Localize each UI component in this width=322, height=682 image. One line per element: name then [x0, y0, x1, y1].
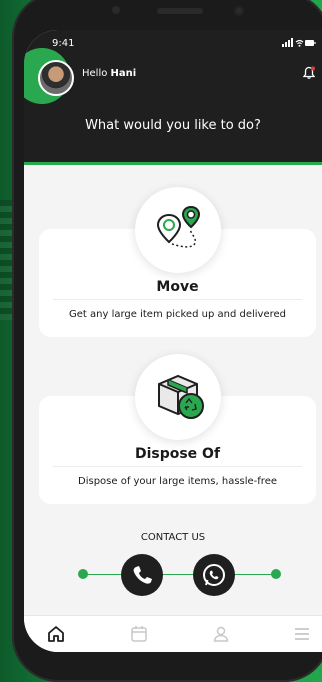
call-button[interactable]: [121, 554, 163, 596]
menu-icon[interactable]: [292, 624, 312, 644]
move-icon-circle[interactable]: [135, 187, 221, 273]
camera-icon: [234, 6, 244, 16]
divider: [53, 299, 302, 300]
bottom-nav: [24, 615, 322, 652]
sensor-dot: [112, 6, 120, 14]
notification-dot: [311, 66, 315, 71]
profile-icon[interactable]: [211, 624, 231, 644]
header-accent-line: [24, 162, 322, 165]
camera-bar: [112, 6, 244, 16]
avatar[interactable]: [38, 60, 74, 96]
home-icon[interactable]: [46, 624, 66, 644]
divider: [53, 466, 302, 467]
status-icons: [282, 38, 316, 51]
whatsapp-icon: [203, 564, 225, 586]
dispose-icon-circle[interactable]: [135, 354, 221, 440]
status-time: 9:41: [52, 38, 75, 49]
contact-line: [82, 574, 278, 575]
contact-dot-left: [78, 569, 88, 579]
greeting-text: Hello: [82, 68, 108, 79]
greeting: Hello Hani: [82, 68, 136, 79]
bell-icon[interactable]: [302, 66, 316, 80]
app-screen: 9:41 Hello Hani What would you like to d…: [24, 30, 322, 652]
user-name: Hani: [110, 68, 137, 79]
signal-wifi-battery-icon: [282, 38, 316, 47]
page-title: What would you like to do?: [85, 118, 261, 133]
contact-dot-right: [271, 569, 281, 579]
whatsapp-button[interactable]: [193, 554, 235, 596]
location-pins-icon: [156, 205, 201, 248]
contact-us-label: CONTACT US: [140, 532, 206, 543]
card-description: Get any large item picked up and deliver…: [69, 309, 286, 320]
card-title: Move: [156, 279, 199, 295]
card-title: Dispose Of: [134, 446, 221, 462]
card-description: Dispose of your large items, hassle-free: [78, 476, 277, 487]
header: 9:41 Hello Hani What would you like to d…: [24, 30, 322, 162]
recycle-box-icon: [158, 374, 204, 419]
phone-icon: [133, 566, 152, 584]
speaker-slot: [157, 8, 203, 14]
calendar-icon[interactable]: [129, 624, 149, 644]
